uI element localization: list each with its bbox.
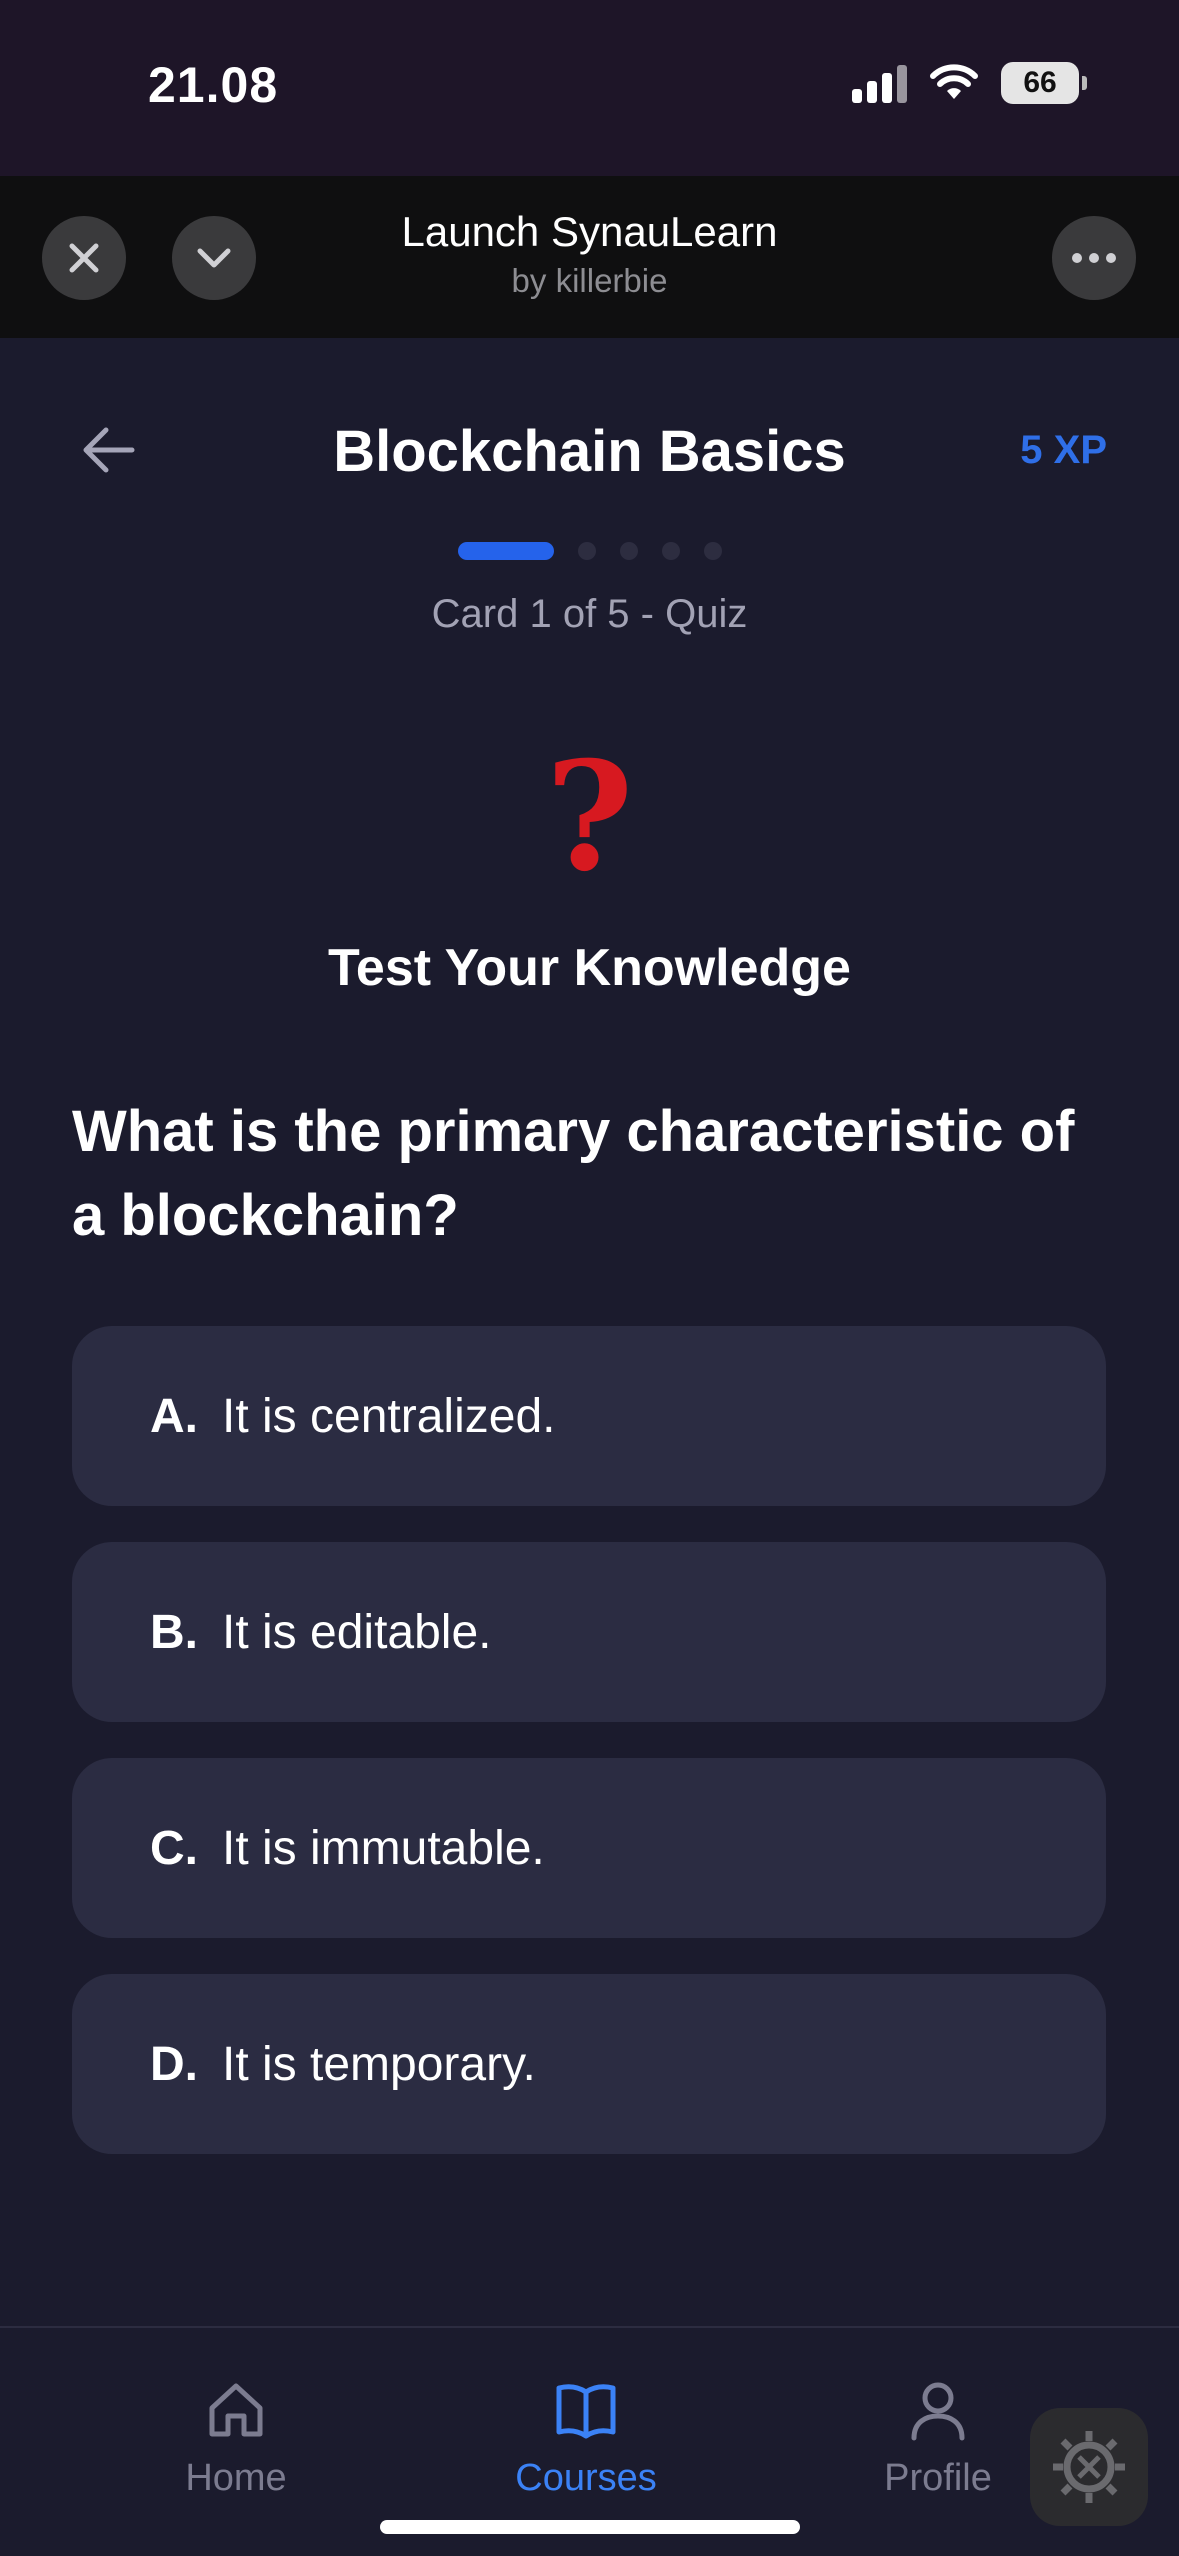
status-time: 21.08 [148, 57, 279, 113]
page-title: Blockchain Basics [333, 419, 846, 484]
gear-icon [1053, 2431, 1125, 2503]
user-icon [911, 2382, 965, 2441]
mini-app-subtitle: by killerbie [511, 262, 668, 299]
option-letter: B. [150, 1605, 198, 1659]
tab-courses[interactable]: Courses [466, 2378, 706, 2500]
quiz-question: What is the primary characteristic of a … [72, 1099, 1075, 1248]
tab-home[interactable]: Home [116, 2378, 356, 2500]
card-progress-dots [0, 542, 1179, 560]
progress-dot-active [457, 542, 554, 560]
more-icon [1072, 253, 1116, 263]
mini-app-title-block: Launch SynauLearn by killerbie [0, 208, 1179, 300]
option-text: It is editable. [222, 1605, 492, 1659]
tab-label: Home [185, 2457, 287, 2499]
wifi-icon [930, 64, 978, 99]
battery-icon: 66 [1001, 62, 1087, 104]
answer-option-b[interactable]: B. It is editable. [72, 1542, 1106, 1722]
status-bar: 21.08 66 [0, 0, 1179, 176]
option-text: It is temporary. [222, 2037, 536, 2091]
progress-dot [619, 542, 638, 560]
progress-dot [661, 542, 680, 560]
option-text: It is centralized. [222, 1389, 556, 1443]
progress-dot [703, 542, 722, 560]
answer-option-a[interactable]: A. It is centralized. [72, 1326, 1106, 1506]
cellular-signal-icon [852, 63, 907, 103]
home-indicator [380, 2520, 800, 2534]
card-counter: Card 1 of 5 - Quiz [431, 592, 748, 636]
option-letter: D. [150, 2037, 198, 2091]
option-letter: C. [150, 1821, 198, 1875]
xp-badge: 5 XP [1020, 428, 1107, 472]
settings-button[interactable] [1030, 2408, 1148, 2526]
question-mark-icon: ? [545, 729, 634, 905]
section-title: Test Your Knowledge [328, 939, 851, 997]
progress-dot [577, 542, 596, 560]
option-letter: A. [150, 1389, 198, 1443]
mini-app-title: Launch SynauLearn [401, 208, 778, 255]
answer-option-c[interactable]: C. It is immutable. [72, 1758, 1106, 1938]
book-icon [556, 2384, 616, 2439]
tab-label: Profile [884, 2457, 992, 2499]
lesson-header: Blockchain Basics 5 XP Card 1 of 5 - Qui… [0, 338, 1179, 638]
more-options-button[interactable] [1052, 216, 1136, 300]
home-icon [209, 2383, 263, 2437]
option-text: It is immutable. [222, 1821, 545, 1875]
answer-option-d[interactable]: D. It is temporary. [72, 1974, 1106, 2154]
mini-app-bar: Launch SynauLearn by killerbie [0, 176, 1179, 338]
tab-profile[interactable]: Profile [818, 2378, 1058, 2500]
tab-label: Courses [515, 2457, 657, 2499]
status-icons: 66 [852, 62, 1087, 104]
